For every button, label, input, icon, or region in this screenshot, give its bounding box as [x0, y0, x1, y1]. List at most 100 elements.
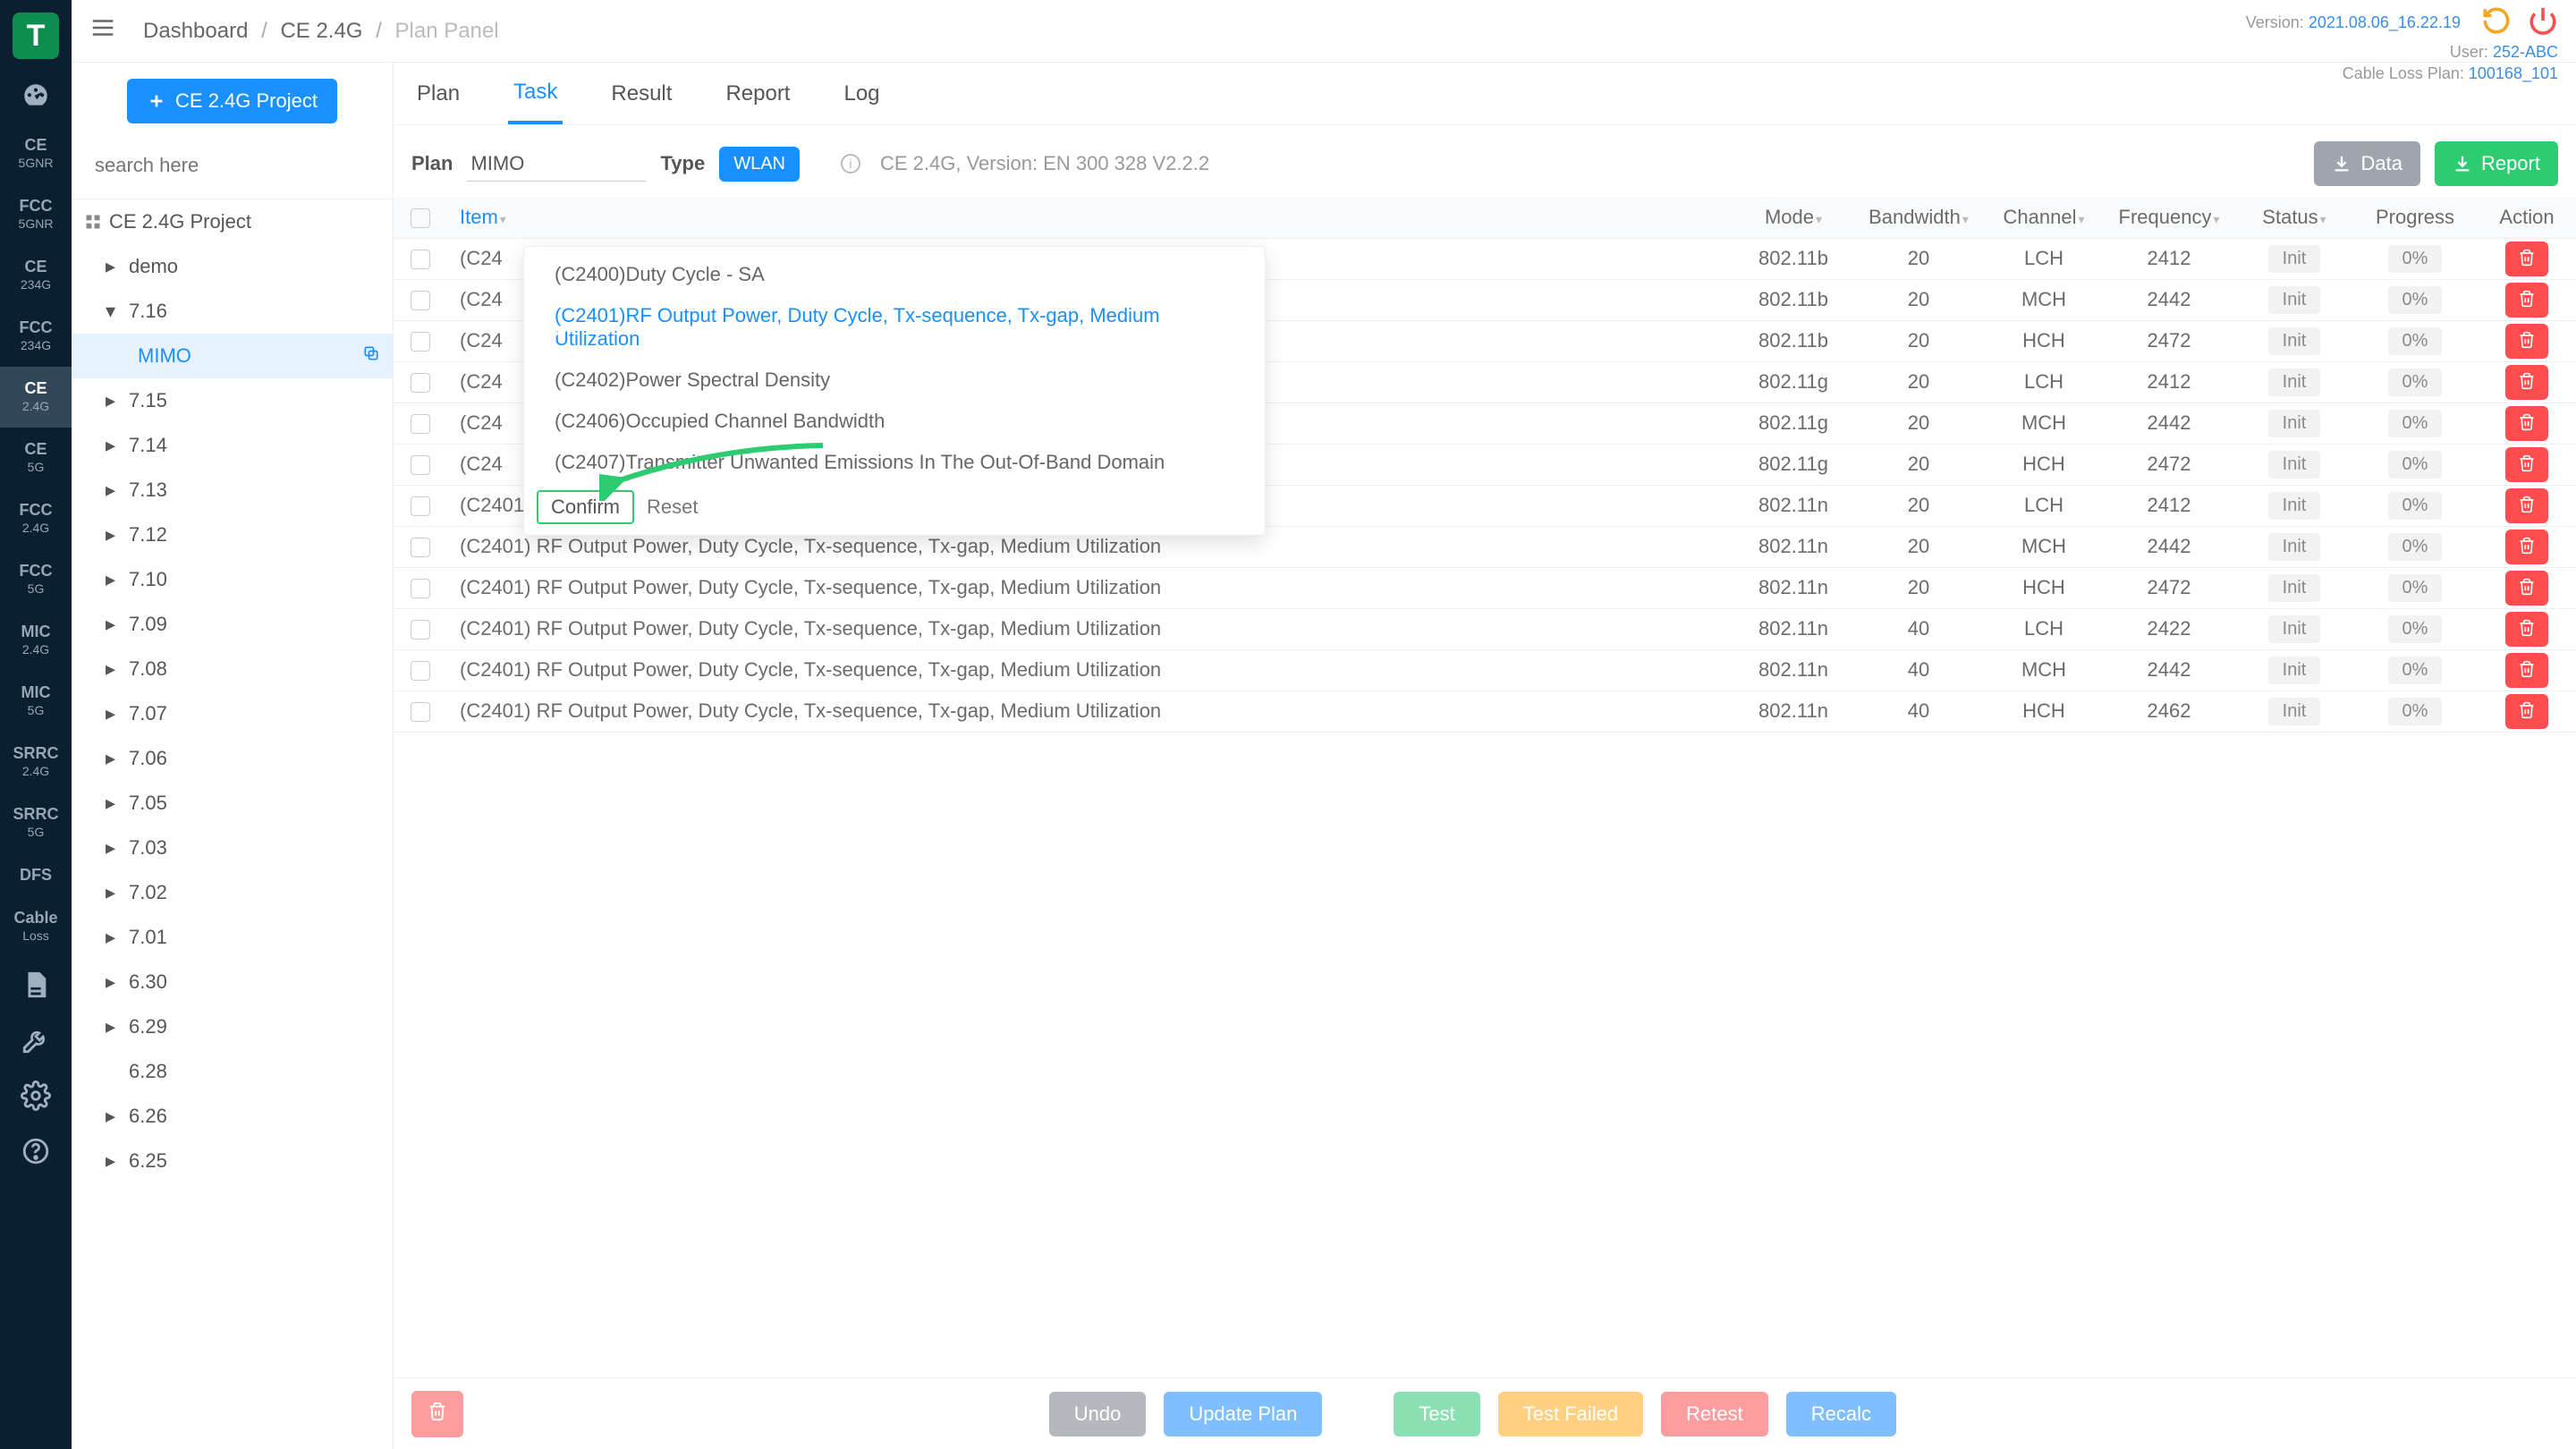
rail-ce-5gnr[interactable]: CE5GNR — [0, 123, 72, 184]
rail-ce-24g[interactable]: CE2.4G — [0, 367, 72, 428]
tree-node-630[interactable]: ▸6.30 — [72, 960, 393, 1004]
delete-button[interactable] — [2505, 653, 2548, 688]
rail-fcc-5gnr[interactable]: FCC5GNR — [0, 184, 72, 245]
rail-doc[interactable] — [0, 957, 72, 1013]
tree-node-626[interactable]: ▸6.26 — [72, 1094, 393, 1139]
rail-mic-5g[interactable]: MIC5G — [0, 671, 72, 732]
report-button[interactable]: Report — [2435, 141, 2558, 186]
row-checkbox[interactable] — [394, 608, 447, 649]
row-checkbox[interactable] — [394, 402, 447, 444]
tree-node-714[interactable]: ▸7.14 — [72, 423, 393, 468]
rail-ce-234g[interactable]: CE234G — [0, 245, 72, 306]
hamburger-icon[interactable] — [89, 14, 116, 47]
rail-fcc-24g[interactable]: FCC2.4G — [0, 488, 72, 549]
delete-button[interactable] — [2505, 488, 2548, 523]
row-checkbox[interactable] — [394, 444, 447, 485]
rail-gear[interactable] — [0, 1068, 72, 1123]
row-checkbox[interactable] — [394, 691, 447, 732]
th-status[interactable]: Status▾ — [2236, 197, 2352, 238]
tree-node-713[interactable]: ▸7.13 — [72, 468, 393, 513]
delete-button[interactable] — [2505, 324, 2548, 359]
breadcrumb-ce24g[interactable]: CE 2.4G — [280, 19, 362, 43]
rail-dashboard[interactable] — [0, 68, 72, 123]
tree-node-716[interactable]: ▾7.16 — [72, 289, 393, 334]
delete-button[interactable] — [2505, 571, 2548, 606]
tree-node-712[interactable]: ▸7.12 — [72, 513, 393, 557]
tab-task[interactable]: Task — [508, 64, 563, 124]
rail-srrc-5g[interactable]: SRRC5G — [0, 792, 72, 853]
rail-mic-24g[interactable]: MIC2.4G — [0, 610, 72, 671]
filter-option[interactable]: (C2401)RF Output Power, Duty Cycle, Tx-s… — [524, 295, 1265, 360]
tree-root[interactable]: CE 2.4G Project — [72, 199, 393, 244]
filter-option[interactable]: (C2402)Power Spectral Density — [524, 360, 1265, 401]
recalc-button[interactable]: Recalc — [1786, 1392, 1896, 1436]
tab-plan[interactable]: Plan — [411, 65, 465, 123]
delete-button[interactable] — [2505, 447, 2548, 482]
tree-node-709[interactable]: ▸7.09 — [72, 602, 393, 647]
delete-button[interactable] — [2505, 406, 2548, 441]
tree-leaf-mimo[interactable]: MIMO — [72, 334, 393, 378]
row-checkbox[interactable] — [394, 649, 447, 691]
th-channel[interactable]: Channel▾ — [1986, 197, 2102, 238]
filter-option[interactable]: (C2400)Duty Cycle - SA — [524, 254, 1265, 295]
rail-wrench[interactable] — [0, 1013, 72, 1068]
th-mode[interactable]: Mode▾ — [1735, 197, 1852, 238]
th-item[interactable]: Item▾ — [447, 197, 1735, 238]
rail-fcc-5g[interactable]: FCC5G — [0, 549, 72, 610]
test-failed-button[interactable]: Test Failed — [1498, 1392, 1643, 1436]
refresh-icon[interactable] — [2481, 5, 2512, 41]
confirm-button[interactable]: Confirm — [537, 490, 634, 524]
delete-button[interactable] — [2505, 694, 2548, 729]
new-project-button[interactable]: CE 2.4G Project — [127, 79, 337, 123]
tree-node-629[interactable]: ▸6.29 — [72, 1004, 393, 1049]
breadcrumb-dashboard[interactable]: Dashboard — [143, 19, 248, 43]
row-checkbox[interactable] — [394, 238, 447, 279]
rail-fcc-234g[interactable]: FCC234G — [0, 306, 72, 367]
delete-button[interactable] — [2505, 365, 2548, 400]
tab-log[interactable]: Log — [838, 65, 885, 123]
tree-node-707[interactable]: ▸7.07 — [72, 691, 393, 736]
tab-result[interactable]: Result — [606, 65, 677, 123]
meta-version-value[interactable]: 2021.08.06_16.22.19 — [2309, 13, 2461, 31]
row-checkbox[interactable] — [394, 485, 447, 526]
search-input[interactable] — [84, 145, 380, 186]
delete-button[interactable] — [2505, 612, 2548, 647]
tree-node-demo[interactable]: ▸demo — [72, 244, 393, 289]
tree-node-710[interactable]: ▸7.10 — [72, 557, 393, 602]
tree-node-628[interactable]: 6.28 — [72, 1049, 393, 1094]
tree-node-715[interactable]: ▸7.15 — [72, 378, 393, 423]
filter-option[interactable]: (C2407)Transmitter Unwanted Emissions In… — [524, 442, 1265, 483]
row-checkbox[interactable] — [394, 526, 447, 567]
tree-node-705[interactable]: ▸7.05 — [72, 781, 393, 826]
data-button[interactable]: Data — [2314, 141, 2419, 186]
rail-help[interactable] — [0, 1123, 72, 1179]
th-checkbox[interactable] — [394, 197, 447, 238]
filter-option[interactable]: (C2406)Occupied Channel Bandwidth — [524, 401, 1265, 442]
undo-button[interactable]: Undo — [1049, 1392, 1147, 1436]
tree-node-703[interactable]: ▸7.03 — [72, 826, 393, 870]
reset-button[interactable]: Reset — [640, 490, 705, 524]
row-checkbox[interactable] — [394, 567, 447, 608]
meta-user-value[interactable]: 252-ABC — [2493, 43, 2558, 61]
retest-button[interactable]: Retest — [1661, 1392, 1768, 1436]
tree-node-701[interactable]: ▸7.01 — [72, 915, 393, 960]
tree-node-702[interactable]: ▸7.02 — [72, 870, 393, 915]
plan-input[interactable] — [467, 147, 646, 182]
row-checkbox[interactable] — [394, 279, 447, 320]
tree-node-708[interactable]: ▸7.08 — [72, 647, 393, 691]
rail-ce-5g[interactable]: CE5G — [0, 428, 72, 488]
bulk-delete-button[interactable] — [411, 1391, 463, 1437]
tab-report[interactable]: Report — [720, 65, 795, 123]
delete-button[interactable] — [2505, 530, 2548, 564]
row-checkbox[interactable] — [394, 320, 447, 361]
delete-button[interactable] — [2505, 283, 2548, 318]
power-icon[interactable] — [2528, 5, 2558, 41]
tree-node-625[interactable]: ▸6.25 — [72, 1139, 393, 1183]
rail-dfs[interactable]: DFS — [0, 853, 72, 896]
rail-cableloss[interactable]: CableLoss — [0, 896, 72, 957]
type-badge[interactable]: WLAN — [719, 147, 800, 182]
update-plan-button[interactable]: Update Plan — [1164, 1392, 1322, 1436]
test-button[interactable]: Test — [1394, 1392, 1479, 1436]
th-frequency[interactable]: Frequency▾ — [2102, 197, 2236, 238]
delete-button[interactable] — [2505, 242, 2548, 276]
